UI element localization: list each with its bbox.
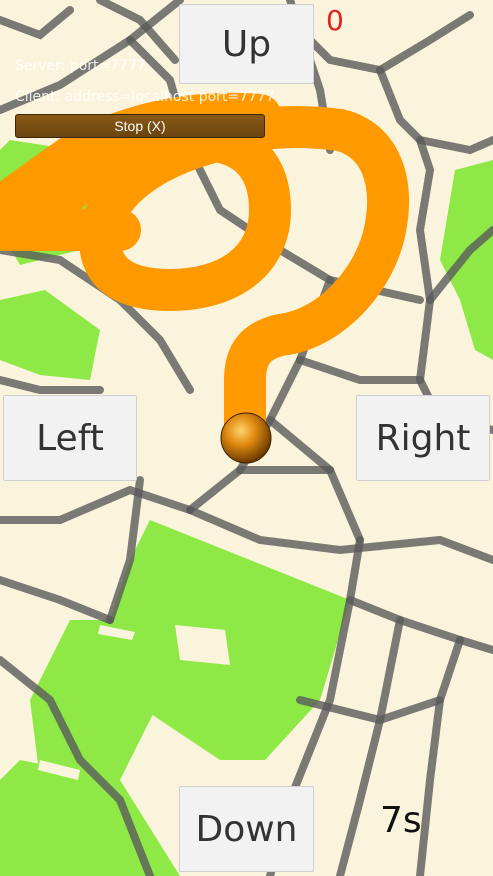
right-button[interactable]: Right — [356, 395, 490, 481]
stop-button[interactable]: Stop (X) — [15, 114, 265, 138]
score-counter: 0 — [326, 4, 344, 37]
down-button[interactable]: Down — [179, 786, 314, 872]
player-ball — [220, 412, 272, 464]
left-button[interactable]: Left — [3, 395, 137, 481]
server-status-label: Server: port=7777 — [15, 58, 146, 74]
client-status-label: Client: address=localhost port=7777 — [15, 89, 275, 105]
timer-label: 7s — [380, 800, 422, 841]
up-button[interactable]: Up — [179, 4, 314, 84]
